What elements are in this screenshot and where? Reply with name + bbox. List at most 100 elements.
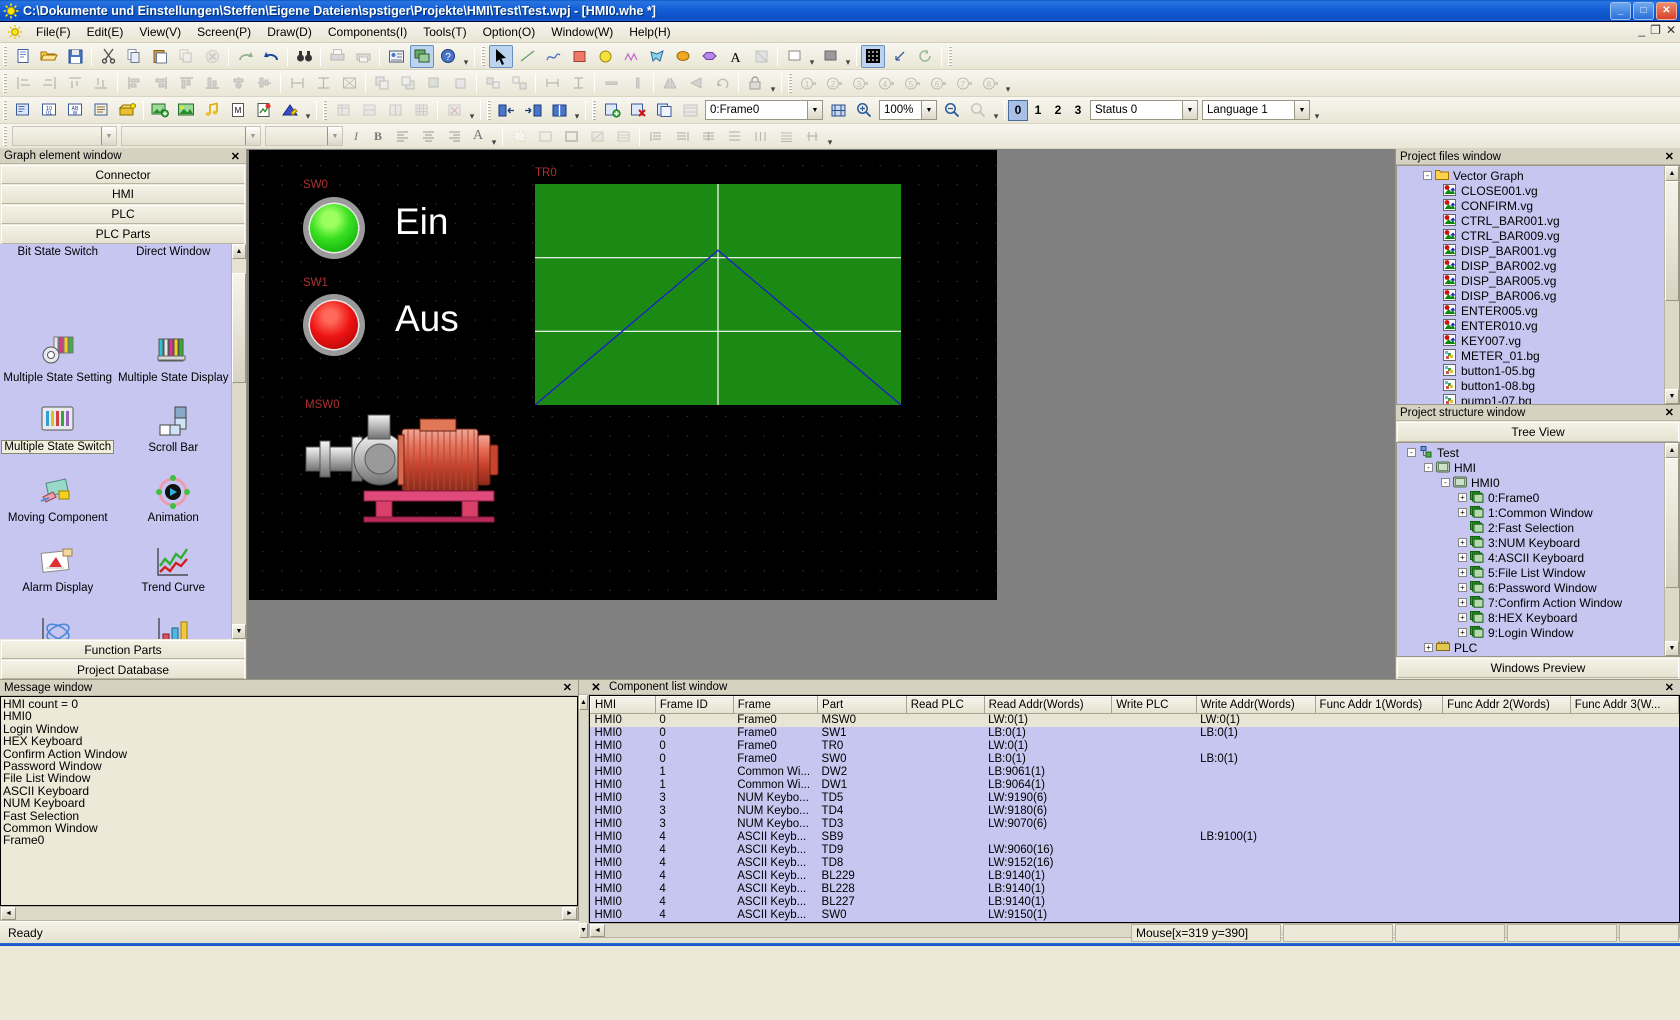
part-bar-picture[interactable]: Bar Picture [116, 596, 232, 640]
gold-bar-icon[interactable] [115, 99, 139, 122]
snap-icon[interactable] [887, 45, 911, 68]
tab-windows-preview[interactable]: Windows Preview [1397, 658, 1679, 678]
column-header[interactable]: Write Addr(Words) [1196, 697, 1315, 714]
find-binoculars-icon[interactable] [292, 45, 316, 68]
toolbar-grip[interactable] [3, 126, 7, 146]
refresh-icon[interactable] [913, 45, 937, 68]
table-row[interactable]: HMI04ASCII Keyb...SB9LB:9100(1) [590, 831, 1678, 844]
scroll-down-icon[interactable]: ▼ [579, 923, 588, 938]
scroll-thumb[interactable] [1665, 181, 1679, 301]
state-1-icon[interactable]: 1 [796, 72, 820, 95]
grid-icon[interactable] [861, 45, 885, 68]
toolbar-grip[interactable] [323, 100, 327, 120]
canvas-text-aus[interactable]: Aus [395, 300, 459, 337]
list-align-2-icon[interactable] [670, 125, 694, 148]
mdi-minimize-button[interactable]: _ [1638, 23, 1645, 37]
lamp-sw1[interactable] [303, 294, 365, 356]
column-header[interactable]: Func Addr 2(Words) [1443, 697, 1571, 714]
scroll-right-icon[interactable]: ► [562, 907, 577, 920]
part-multiple-state-switch[interactable]: Multiple State Switch [0, 386, 116, 456]
list-align-1-icon[interactable] [644, 125, 668, 148]
tree-file-item[interactable]: DISP_BAR006.vg [1399, 288, 1679, 303]
align-top-icon[interactable] [174, 72, 198, 95]
message-list[interactable]: HMI count = 0HMI0Login WindowHEX Keyboar… [0, 696, 578, 906]
align-left-icon[interactable] [122, 72, 146, 95]
italic-button[interactable]: I [345, 126, 367, 147]
add-frame-icon[interactable] [600, 99, 624, 122]
tree-file-item[interactable]: ENTER005.vg [1399, 303, 1679, 318]
table-col-icon[interactable] [383, 99, 407, 122]
components-overflow-button[interactable]: ▾ [303, 99, 313, 122]
fill-color-icon[interactable] [818, 45, 842, 68]
category-connector[interactable]: Connector [1, 165, 245, 184]
state-button-2[interactable]: 2 [1048, 100, 1068, 121]
maximize-button[interactable]: □ [1633, 2, 1654, 20]
window-arrange-icon[interactable] [410, 45, 434, 68]
zoom-fit-icon[interactable] [966, 99, 990, 122]
tree-expander[interactable]: + [1458, 583, 1467, 592]
tree-node-8-hex-keyboard[interactable]: +8:HEX Keyboard [1399, 610, 1679, 625]
undo-icon[interactable] [259, 45, 283, 68]
menu-item-help[interactable]: Help(H) [621, 23, 678, 41]
menu-item-window[interactable]: Window(W) [543, 23, 621, 41]
align-overflow-button[interactable]: ▾ [768, 72, 778, 95]
tree-expander[interactable]: - [1407, 448, 1416, 457]
table-row[interactable]: HMI04ASCII Keyb...BL229LB:9140(1) [590, 870, 1678, 883]
scroll-track[interactable] [1665, 301, 1679, 389]
tree-expander[interactable]: + [1458, 613, 1467, 622]
toolbar-grip[interactable] [3, 100, 7, 120]
tree-file-item[interactable]: KEY007.vg [1399, 333, 1679, 348]
tree-file-item[interactable]: DISP_BAR005.vg [1399, 273, 1679, 288]
state-5-icon[interactable]: 5 [900, 72, 924, 95]
next-frame-icon[interactable] [521, 99, 545, 122]
project-structure-tree[interactable]: -Test-HMI-HMI0+0:Frame0+1:Common Window2… [1396, 442, 1680, 657]
align-top-edge-icon[interactable] [63, 72, 87, 95]
group-icon[interactable] [481, 72, 505, 95]
text-align-left-icon[interactable] [390, 125, 414, 148]
column-header[interactable]: HMI [590, 697, 655, 714]
column-header[interactable]: Part [818, 697, 907, 714]
select-arrow-icon[interactable] [489, 45, 513, 68]
toolbar-grip[interactable] [3, 73, 7, 93]
table-delete-icon[interactable] [442, 99, 466, 122]
toolbar-grip[interactable] [487, 100, 491, 120]
print-preview-icon[interactable] [325, 45, 349, 68]
close-icon[interactable]: ✕ [229, 150, 242, 163]
line-icon[interactable] [515, 45, 539, 68]
column-header[interactable]: Frame ID [655, 697, 733, 714]
part-animation[interactable]: Animation [116, 456, 232, 526]
state-2-icon[interactable]: 2 [822, 72, 846, 95]
state-3-icon[interactable]: 3 [848, 72, 872, 95]
tree-file-item[interactable]: DISP_BAR002.vg [1399, 258, 1679, 273]
scroll-left-icon[interactable]: ◄ [1, 907, 16, 920]
state-7-icon[interactable]: 7 [952, 72, 976, 95]
mdi-restore-button[interactable]: ❐ [1650, 23, 1661, 37]
scroll-down-icon[interactable]: ▼ [232, 624, 246, 639]
tree-expander[interactable]: + [1458, 553, 1467, 562]
ellipse-icon[interactable] [593, 45, 617, 68]
send-back-icon[interactable] [396, 72, 420, 95]
column-header[interactable]: Func Addr 1(Words) [1315, 697, 1443, 714]
paste-icon[interactable] [148, 45, 172, 68]
scroll-up-icon[interactable]: ▲ [1665, 443, 1679, 458]
help-question-icon[interactable]: ? [436, 45, 460, 68]
polyline-icon[interactable] [541, 45, 565, 68]
duplicate-icon[interactable] [174, 45, 198, 68]
chevron-down-icon[interactable]: ▼ [1182, 101, 1197, 119]
tree-expander[interactable]: - [1423, 171, 1432, 180]
tree-file-item[interactable]: CTRL_BAR009.vg [1399, 228, 1679, 243]
tree-node-plc[interactable]: +PLC [1399, 640, 1679, 655]
table-row[interactable]: HMI03NUM Keybo...TD5LW:9190(6) [590, 792, 1678, 805]
ungroup-icon[interactable] [507, 72, 531, 95]
open-folder-icon[interactable] [37, 45, 61, 68]
column-header[interactable]: Write PLC [1112, 697, 1196, 714]
scroll-down-icon[interactable]: ▼ [1665, 389, 1679, 404]
table-row[interactable]: HMI03NUM Keybo...TD4LW:9180(6) [590, 805, 1678, 818]
polygon-icon[interactable] [645, 45, 669, 68]
zoom-in-icon[interactable] [852, 99, 876, 122]
align-bottom-icon[interactable] [200, 72, 224, 95]
part-multiple-state-display[interactable]: Multiple State Display [116, 316, 232, 386]
tree-expander[interactable]: + [1458, 538, 1467, 547]
text-align-center-icon[interactable] [416, 125, 440, 148]
state-button-3[interactable]: 3 [1068, 100, 1088, 121]
